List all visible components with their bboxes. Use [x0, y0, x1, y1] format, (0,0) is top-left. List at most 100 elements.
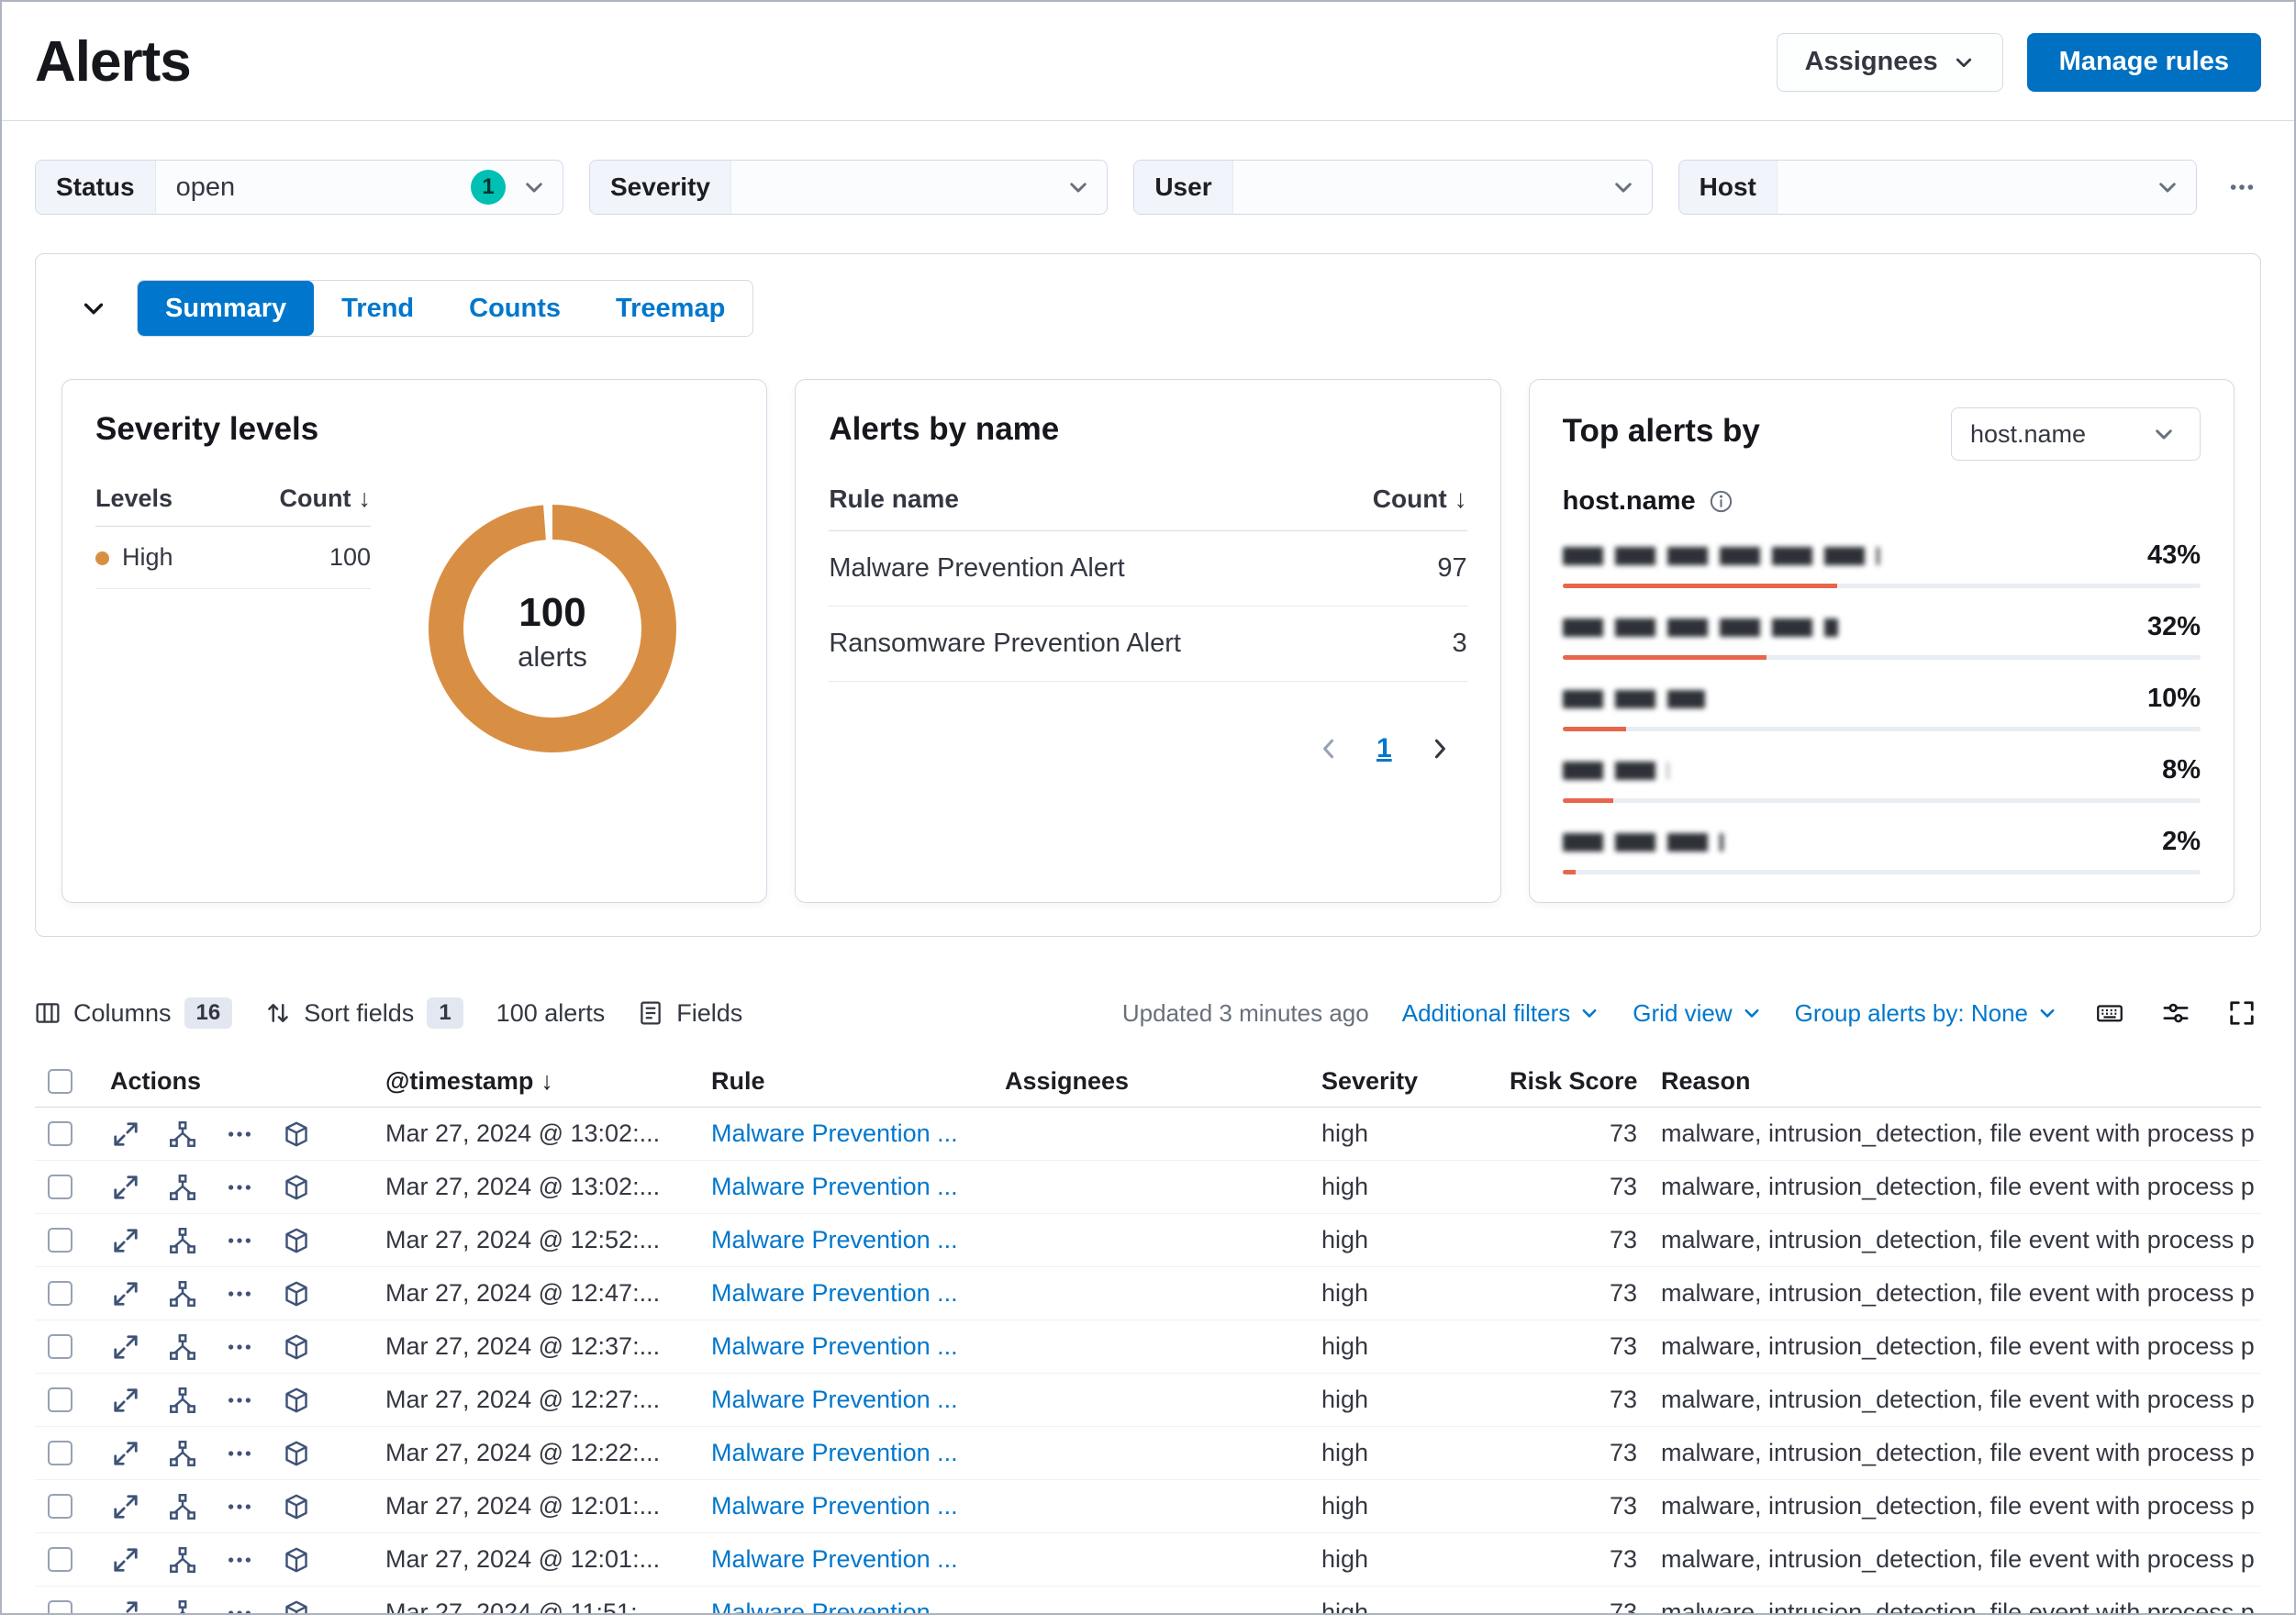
alert-rule-link[interactable]: Malware Prevention ... — [700, 1332, 994, 1361]
investigate-in-timeline-button[interactable] — [283, 1280, 310, 1308]
investigate-in-timeline-button[interactable] — [283, 1387, 310, 1414]
more-actions-button[interactable] — [226, 1333, 253, 1361]
tab-trend[interactable]: Trend — [314, 281, 441, 336]
row-checkbox[interactable] — [48, 1121, 72, 1146]
more-filters-button[interactable] — [2223, 168, 2261, 206]
analyze-event-button[interactable] — [169, 1599, 196, 1613]
investigate-in-timeline-button[interactable] — [283, 1599, 310, 1613]
assignees-column-header[interactable]: Assignees — [994, 1067, 1310, 1096]
analyze-event-button[interactable] — [169, 1546, 196, 1574]
next-page-button[interactable] — [1425, 734, 1455, 763]
alert-reason[interactable]: malware, intrusion_detection, file event… — [1650, 1386, 2261, 1414]
alert-reason[interactable]: malware, intrusion_detection, file event… — [1650, 1119, 2261, 1148]
investigate-in-timeline-button[interactable] — [283, 1120, 310, 1148]
info-icon[interactable] — [1709, 489, 1733, 514]
alert-reason[interactable]: malware, intrusion_detection, file event… — [1650, 1226, 2261, 1254]
alert-rule-link[interactable]: Malware Prevention ... — [700, 1173, 994, 1201]
analyze-event-button[interactable] — [169, 1333, 196, 1361]
risk-score-column-header[interactable]: Risk Score — [1499, 1067, 1650, 1096]
more-actions-button[interactable] — [226, 1174, 253, 1201]
more-actions-button[interactable] — [226, 1546, 253, 1574]
keyboard-shortcuts-button[interactable] — [2090, 994, 2129, 1032]
alert-reason[interactable]: malware, intrusion_detection, file event… — [1650, 1173, 2261, 1201]
severity-column-header[interactable]: Severity — [1310, 1067, 1499, 1096]
assignees-button[interactable]: Assignees — [1776, 32, 2003, 92]
expand-alert-button[interactable] — [112, 1493, 139, 1520]
investigate-in-timeline-button[interactable] — [283, 1493, 310, 1520]
analyze-event-button[interactable] — [169, 1120, 196, 1148]
filter-user[interactable]: User — [1133, 160, 1653, 215]
alert-reason[interactable]: malware, intrusion_detection, file event… — [1650, 1492, 2261, 1520]
top-alerts-item[interactable]: 10% — [1562, 660, 2201, 731]
columns-button[interactable]: Columns 16 — [35, 997, 233, 1029]
more-actions-button[interactable] — [226, 1280, 253, 1308]
alert-reason[interactable]: malware, intrusion_detection, file event… — [1650, 1598, 2261, 1613]
timestamp-column-header[interactable]: @timestamp ↓ — [374, 1067, 700, 1096]
filter-host[interactable]: Host — [1677, 160, 2197, 215]
tab-summary[interactable]: Summary — [138, 281, 315, 336]
alert-rule-link[interactable]: Malware Prevention ... — [700, 1119, 994, 1148]
rule-column-header[interactable]: Rule — [700, 1067, 994, 1096]
investigate-in-timeline-button[interactable] — [283, 1227, 310, 1254]
filter-status[interactable]: Status open 1 — [35, 160, 563, 215]
investigate-in-timeline-button[interactable] — [283, 1333, 310, 1361]
previous-page-button[interactable] — [1314, 734, 1343, 763]
count-column-header[interactable]: Count ↓ — [1373, 484, 1467, 514]
reason-column-header[interactable]: Reason — [1650, 1067, 2261, 1096]
display-options-button[interactable] — [2157, 994, 2195, 1032]
fullscreen-button[interactable] — [2223, 994, 2261, 1032]
top-alerts-item[interactable]: 2% — [1562, 803, 2201, 874]
analyze-event-button[interactable] — [169, 1440, 196, 1467]
expand-alert-button[interactable] — [112, 1333, 139, 1361]
top-alerts-item[interactable]: 32% — [1562, 588, 2201, 660]
alert-rule-link[interactable]: Malware Prevention ... — [700, 1386, 994, 1414]
expand-alert-button[interactable] — [112, 1227, 139, 1254]
analyze-event-button[interactable] — [169, 1174, 196, 1201]
analyze-event-button[interactable] — [169, 1387, 196, 1414]
row-checkbox[interactable] — [48, 1387, 72, 1412]
analyze-event-button[interactable] — [169, 1493, 196, 1520]
alert-reason[interactable]: malware, intrusion_detection, file event… — [1650, 1545, 2261, 1574]
more-actions-button[interactable] — [226, 1440, 253, 1467]
sort-fields-button[interactable]: Sort fields 1 — [265, 997, 463, 1029]
analyze-event-button[interactable] — [169, 1227, 196, 1254]
top-alerts-item[interactable]: 43% — [1562, 517, 2201, 588]
row-checkbox[interactable] — [48, 1334, 72, 1359]
alert-reason[interactable]: malware, intrusion_detection, file event… — [1650, 1279, 2261, 1308]
filter-severity[interactable]: Severity — [589, 160, 1109, 215]
investigate-in-timeline-button[interactable] — [283, 1546, 310, 1574]
alert-rule-link[interactable]: Malware Prevention ... — [700, 1226, 994, 1254]
alert-rule-link[interactable]: Malware Prevention ... — [700, 1279, 994, 1308]
expand-alert-button[interactable] — [112, 1174, 139, 1201]
more-actions-button[interactable] — [226, 1120, 253, 1148]
expand-alert-button[interactable] — [112, 1120, 139, 1148]
expand-alert-button[interactable] — [112, 1440, 139, 1467]
analyze-event-button[interactable] — [169, 1280, 196, 1308]
tab-treemap[interactable]: Treemap — [588, 281, 752, 336]
select-all-checkbox[interactable] — [48, 1069, 72, 1094]
count-column-header[interactable]: Count ↓ — [280, 484, 371, 513]
expand-alert-button[interactable] — [112, 1546, 139, 1574]
alert-rule-link[interactable]: Malware Prevention ... — [700, 1545, 994, 1574]
additional-filters-button[interactable]: Additional filters — [1402, 999, 1600, 1028]
row-checkbox[interactable] — [48, 1600, 72, 1613]
group-alerts-by-button[interactable]: Group alerts by: None — [1795, 999, 2057, 1028]
page-number[interactable]: 1 — [1376, 733, 1392, 764]
more-actions-button[interactable] — [226, 1599, 253, 1613]
expand-alert-button[interactable] — [112, 1387, 139, 1414]
top-alerts-field-select[interactable]: host.name — [1950, 407, 2201, 461]
rule-name[interactable]: Ransomware Prevention Alert — [829, 629, 1181, 659]
expand-alert-button[interactable] — [112, 1599, 139, 1613]
more-actions-button[interactable] — [226, 1227, 253, 1254]
row-checkbox[interactable] — [48, 1441, 72, 1465]
alert-rule-link[interactable]: Malware Prevention ... — [700, 1492, 994, 1520]
row-checkbox[interactable] — [48, 1494, 72, 1519]
fields-button[interactable]: Fields — [638, 999, 742, 1028]
investigate-in-timeline-button[interactable] — [283, 1440, 310, 1467]
top-alerts-item[interactable]: 8% — [1562, 731, 2201, 803]
grid-view-button[interactable]: Grid view — [1633, 999, 1761, 1028]
alert-rule-link[interactable]: Malware Prevention ... — [700, 1439, 994, 1467]
alert-reason[interactable]: malware, intrusion_detection, file event… — [1650, 1439, 2261, 1467]
row-checkbox[interactable] — [48, 1175, 72, 1199]
alert-rule-link[interactable]: Malware Prevention ... — [700, 1598, 994, 1613]
